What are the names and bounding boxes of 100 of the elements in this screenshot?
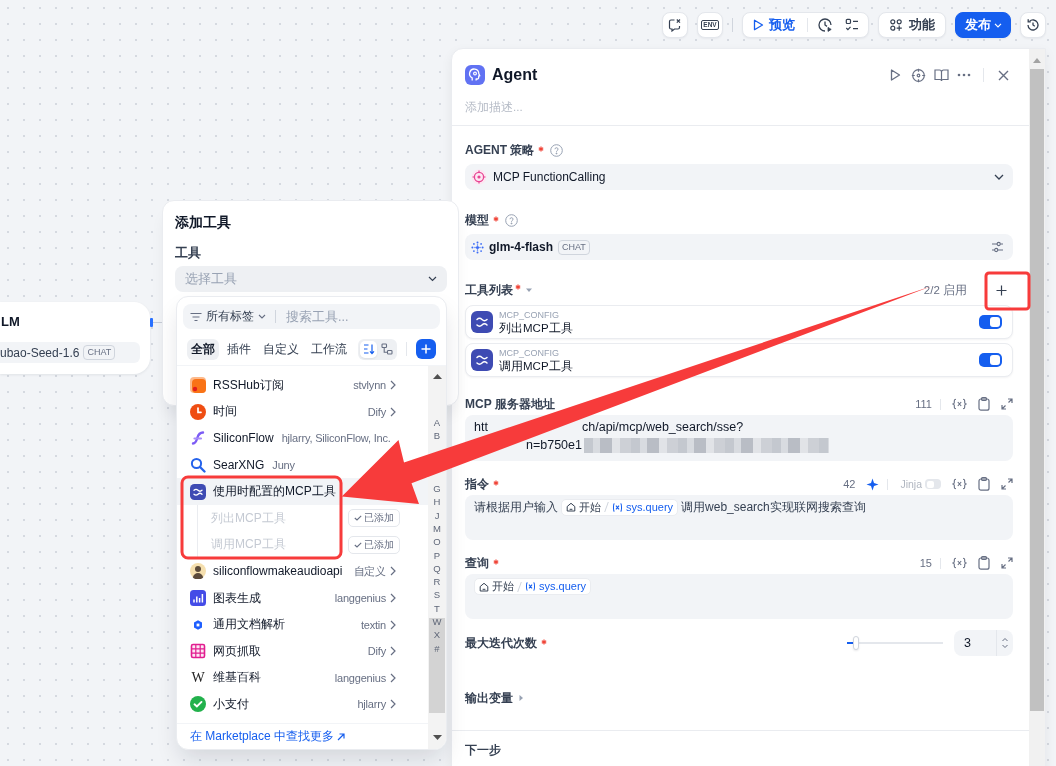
- tool-list-item[interactable]: 网页抓取 Dify: [177, 637, 428, 665]
- close-icon: [997, 69, 1009, 81]
- index-letter[interactable]: A: [428, 416, 446, 430]
- index-letter[interactable]: M: [428, 522, 446, 536]
- connector-line: [153, 322, 163, 323]
- clipboard-icon[interactable]: [978, 397, 990, 411]
- plus-icon: [421, 344, 431, 354]
- view-mode-button[interactable]: [360, 340, 377, 358]
- search-bar[interactable]: 所有标签 搜索工具...: [183, 304, 440, 329]
- crosshair-icon: [910, 67, 926, 83]
- char-count: 111: [915, 398, 932, 410]
- conversation-variables-button[interactable]: [662, 12, 688, 38]
- number-input[interactable]: 3: [954, 630, 1013, 656]
- scrollbar-thumb[interactable]: [1030, 69, 1044, 711]
- panel-title: Agent: [492, 66, 538, 84]
- jinja-toggle[interactable]: [925, 479, 941, 489]
- tool-list-item[interactable]: W 维基百科 langgenius: [177, 664, 428, 692]
- scrollbar-thumb[interactable]: [429, 618, 445, 713]
- version-history-button[interactable]: [1020, 12, 1046, 38]
- tool-list-item[interactable]: SiliconFlow hjlarry, SiliconFlow, Inc.: [177, 425, 395, 452]
- index-letter[interactable]: H: [428, 495, 446, 509]
- tool-card[interactable]: MCP_CONFIG 列出MCP工具: [465, 305, 1013, 339]
- clipboard-icon[interactable]: [978, 477, 990, 491]
- slider-thumb[interactable]: [852, 636, 859, 650]
- scroll-up-arrow-icon[interactable]: [432, 374, 442, 379]
- tool-card[interactable]: MCP_CONFIG 调用MCP工具: [465, 343, 1013, 377]
- tool-list-item[interactable]: 小支付 hjlarry: [177, 691, 428, 718]
- variable-icon[interactable]: [952, 478, 967, 490]
- expand-icon[interactable]: [1001, 557, 1013, 569]
- view-mode-button[interactable]: [378, 340, 395, 358]
- index-letter[interactable]: S: [428, 588, 446, 602]
- publish-button[interactable]: 发布: [955, 12, 1011, 38]
- toggle-switch[interactable]: [979, 315, 1002, 329]
- wave-tile-icon: [190, 483, 206, 500]
- query-field[interactable]: 开始 sys.query: [465, 574, 1013, 619]
- tool-list-item[interactable]: 时间 Dify: [177, 398, 428, 426]
- history-icon: [1026, 18, 1040, 32]
- index-letter[interactable]: W: [428, 615, 446, 629]
- add-button[interactable]: [416, 339, 436, 359]
- tool-list-item[interactable]: RSSHub订阅 stvlynn: [177, 372, 428, 399]
- badge-label: 已添加: [364, 537, 394, 552]
- logo-glyph-icon: W: [190, 669, 206, 686]
- model-selector[interactable]: glm-4-flash CHAT: [465, 234, 1013, 260]
- tool-action-item[interactable]: 调用MCP工具 已添加: [198, 531, 428, 559]
- index-letter[interactable]: T: [428, 601, 446, 616]
- category-tab[interactable]: 插件: [223, 338, 255, 360]
- sliders-icon[interactable]: [991, 241, 1004, 253]
- index-letter[interactable]: O: [428, 535, 446, 549]
- index-letter[interactable]: B: [428, 429, 446, 443]
- llm-node-card[interactable]: LM ubao-Seed-1.6 CHAT: [0, 302, 150, 374]
- tool-list-item[interactable]: 通用文档解析 textin: [177, 611, 428, 638]
- sparkle-icon: [471, 240, 484, 254]
- tool-list-item[interactable]: siliconflowmakeaudioapi 自定义: [177, 558, 428, 585]
- field-label: 指令: [465, 475, 489, 493]
- search-field[interactable]: 搜索工具...: [286, 309, 440, 324]
- variable-name: sys.query: [539, 579, 587, 594]
- category-tab[interactable]: 全部: [187, 338, 219, 360]
- category-tab[interactable]: 自定义: [259, 338, 303, 360]
- sparkle-icon[interactable]: [866, 477, 880, 491]
- clipboard-icon[interactable]: [978, 556, 990, 570]
- author-label: langgenius: [334, 592, 386, 605]
- connection-handle[interactable]: [150, 318, 153, 327]
- scroll-down-arrow-icon[interactable]: [432, 735, 442, 740]
- index-letter[interactable]: R: [428, 575, 446, 589]
- prompt-field[interactable]: 请根据用户输入 开始 sys.query 调用web_search实现联网搜索查询: [465, 495, 1013, 540]
- index-letter[interactable]: G: [428, 482, 446, 496]
- check-icon: [354, 515, 362, 522]
- marketplace-link[interactable]: 在 Marketplace 中查找更多: [190, 728, 346, 745]
- category-tab[interactable]: 工作流: [307, 338, 351, 360]
- toggle-switch[interactable]: [979, 353, 1002, 367]
- play-icon: [753, 19, 764, 31]
- variable-chip[interactable]: 开始 sys.query: [561, 498, 679, 516]
- chevron-down-icon: [258, 314, 266, 319]
- caret-icon[interactable]: [517, 694, 525, 702]
- caret-icon[interactable]: [525, 286, 533, 294]
- play-icon: [888, 68, 902, 82]
- expand-icon[interactable]: [1001, 478, 1013, 490]
- variable-icon[interactable]: [952, 557, 967, 569]
- field-label: 模型: [465, 211, 489, 229]
- index-letter[interactable]: P: [428, 548, 446, 562]
- preview-button[interactable]: 预览: [747, 15, 803, 35]
- field-label: 工具: [175, 244, 202, 262]
- index-letter[interactable]: X: [428, 628, 446, 642]
- clock-play-icon: [817, 17, 833, 33]
- tool-list-item[interactable]: SearXNG Juny: [177, 451, 299, 479]
- tool-list-item[interactable]: 图表生成 langgenius: [177, 584, 428, 612]
- section-label[interactable]: 输出变量: [465, 689, 513, 707]
- chat-x-icon: [668, 18, 682, 32]
- variable-chip[interactable]: 开始 sys.query: [474, 578, 592, 595]
- tag-filter-dropdown[interactable]: 所有标签: [190, 308, 266, 325]
- strategy-select[interactable]: MCP FunctionCalling: [465, 164, 1013, 190]
- variable-icon[interactable]: [952, 398, 967, 410]
- index-letter[interactable]: Q: [428, 561, 446, 576]
- url-field[interactable]: htt ch/api/mcp/web_search/sse? n=b750e1: [465, 415, 1013, 461]
- expand-icon[interactable]: [1001, 398, 1013, 410]
- index-letter[interactable]: #: [428, 641, 446, 655]
- node-title: LM: [0, 314, 21, 330]
- index-letter[interactable]: J: [428, 508, 446, 522]
- features-button[interactable]: 功能: [878, 12, 946, 38]
- author-label: hjlarry: [357, 698, 386, 711]
